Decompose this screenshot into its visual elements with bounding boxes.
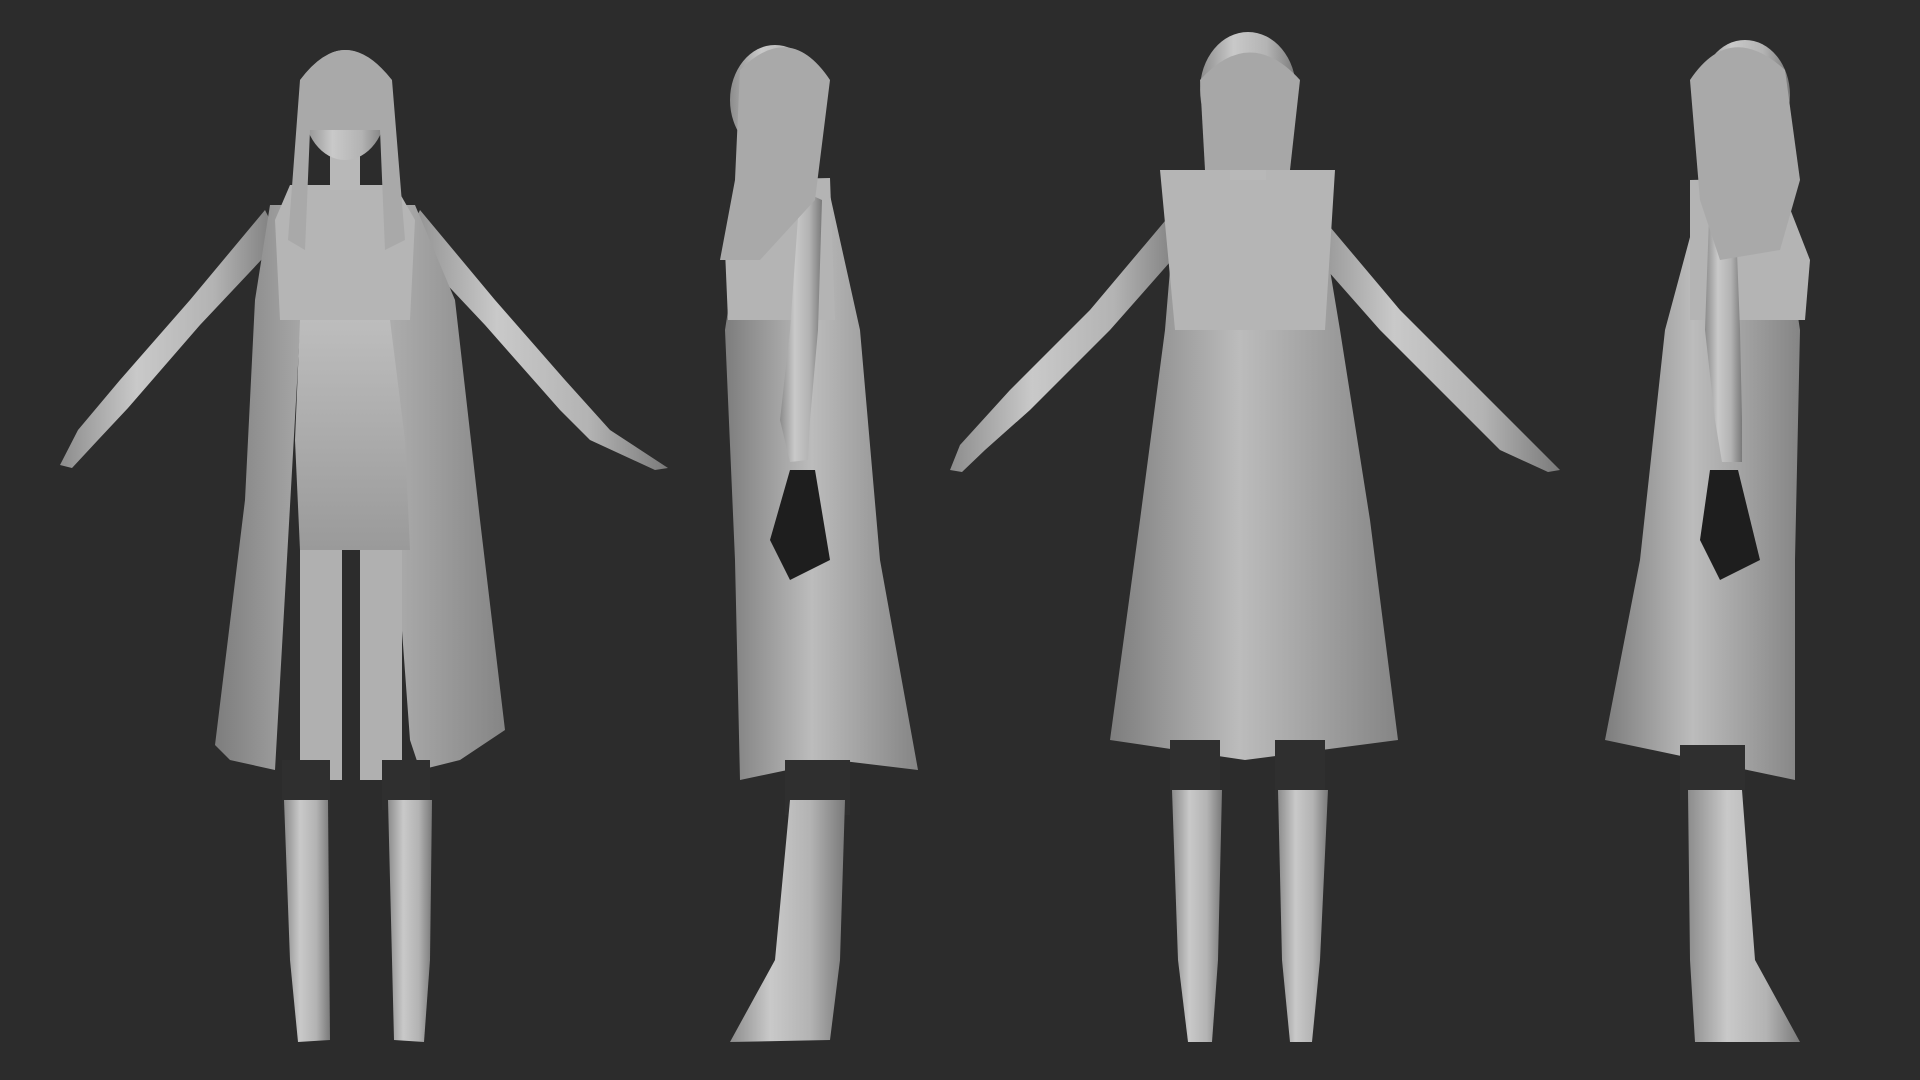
boot (730, 800, 845, 1042)
dress (295, 320, 410, 550)
left-leg (300, 550, 342, 780)
left-arm (60, 210, 280, 468)
left-boot (1172, 790, 1222, 1042)
right-boot (1278, 790, 1328, 1042)
side-right-view (1605, 40, 1810, 1042)
left-arm (950, 215, 1185, 472)
character-turnaround-sheet (60, 32, 1810, 1042)
front-view (60, 50, 668, 1042)
hair (1200, 52, 1300, 170)
right-leg (360, 550, 402, 780)
bodice (1160, 170, 1335, 330)
boot (1688, 790, 1800, 1042)
side-left-view (720, 45, 918, 1042)
left-boot (284, 800, 330, 1042)
right-boot (388, 800, 432, 1042)
back-view (950, 32, 1560, 1042)
